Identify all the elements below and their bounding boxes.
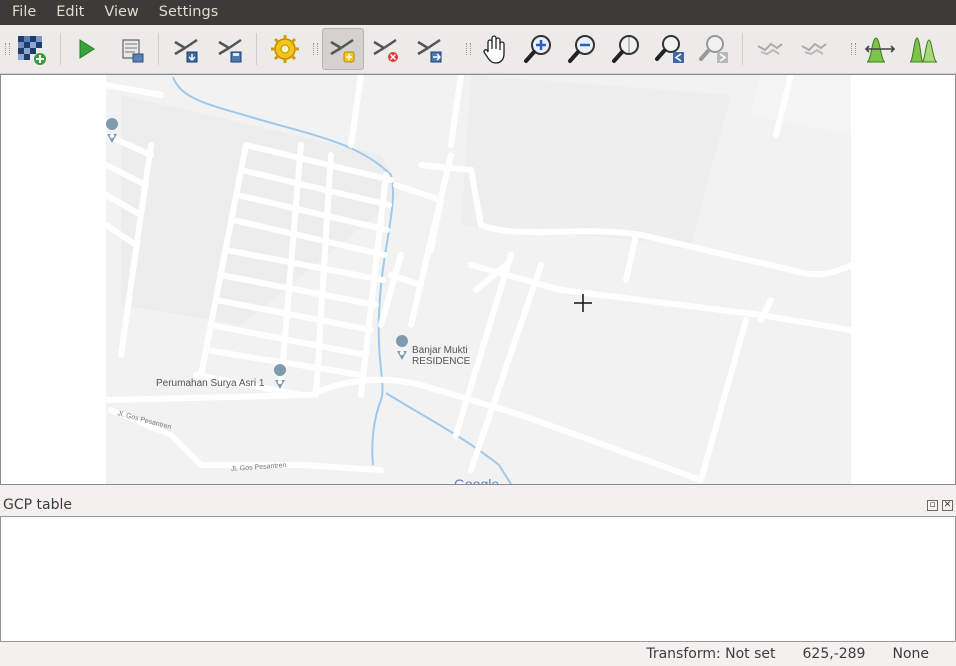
generate-gdal-script-button[interactable] bbox=[112, 29, 152, 69]
crs-status: None bbox=[892, 646, 929, 662]
save-gcp-points-icon bbox=[218, 38, 242, 63]
local-histogram-stretch-icon bbox=[909, 37, 938, 63]
toolbar-grip[interactable] bbox=[466, 43, 471, 55]
transformation-settings-icon bbox=[271, 35, 299, 63]
move-gcp-point-button[interactable] bbox=[410, 29, 450, 69]
add-point-icon bbox=[330, 38, 355, 63]
move-gcp-point-icon bbox=[417, 38, 442, 63]
pan-button[interactable] bbox=[475, 29, 515, 69]
open-raster-icon bbox=[18, 36, 46, 65]
cursor-coordinates: 625,-289 bbox=[802, 646, 866, 662]
zoom-to-layer-button[interactable] bbox=[606, 29, 646, 69]
google-watermark: Google bbox=[454, 476, 499, 484]
menu-file[interactable]: File bbox=[0, 0, 44, 25]
menu-edit[interactable]: Edit bbox=[44, 0, 92, 25]
close-panel-icon[interactable]: ✕ bbox=[942, 499, 953, 511]
zoom-next-icon bbox=[699, 35, 728, 63]
delete-point-button[interactable] bbox=[366, 29, 406, 69]
load-gcp-points-button[interactable] bbox=[166, 29, 206, 69]
zoom-in-button[interactable] bbox=[518, 29, 558, 69]
link-qgis-to-georeferencer-button[interactable] bbox=[794, 29, 834, 69]
map-label-surya: Perumahan Surya Asri 1 bbox=[156, 378, 265, 389]
zoom-out-button[interactable] bbox=[562, 29, 602, 69]
float-panel-icon[interactable]: ▫ bbox=[927, 499, 938, 511]
link-qgis-to-georeferencer-icon bbox=[801, 42, 827, 56]
start-georeferencing-icon bbox=[79, 39, 95, 59]
menu-settings[interactable]: Settings bbox=[147, 0, 226, 25]
save-gcp-points-button[interactable] bbox=[210, 29, 250, 69]
transform-status: Transform: Not set bbox=[646, 646, 776, 662]
raster-map: Banjar Mukti RESIDENCE Perumahan Surya A… bbox=[103, 75, 854, 484]
gcp-panel-title: GCP table bbox=[3, 497, 72, 513]
generate-gdal-script-icon bbox=[122, 39, 144, 63]
full-histogram-stretch-button[interactable] bbox=[860, 29, 900, 69]
menu-bar: File Edit View Settings bbox=[0, 0, 956, 25]
toolbar bbox=[0, 25, 956, 74]
toolbar-grip[interactable] bbox=[313, 43, 318, 55]
open-raster-button[interactable] bbox=[12, 29, 52, 69]
map-label-residence: RESIDENCE bbox=[412, 356, 471, 367]
toolbar-grip[interactable] bbox=[5, 43, 10, 55]
menu-view[interactable]: View bbox=[92, 0, 146, 25]
zoom-in-icon bbox=[524, 35, 551, 63]
status-bar: Transform: Not set 625,-289 None bbox=[0, 642, 956, 666]
start-georeferencing-button[interactable] bbox=[66, 29, 106, 69]
link-georeferencer-to-qgis-icon bbox=[757, 42, 783, 56]
map-canvas[interactable]: Banjar Mukti RESIDENCE Perumahan Surya A… bbox=[0, 74, 956, 485]
load-gcp-points-icon bbox=[174, 38, 198, 63]
add-point-button[interactable] bbox=[322, 28, 364, 70]
gcp-panel-header: GCP table ▫ ✕ bbox=[0, 494, 956, 516]
toolbar-grip[interactable] bbox=[851, 43, 856, 55]
zoom-last-button[interactable] bbox=[650, 29, 690, 69]
local-histogram-stretch-button[interactable] bbox=[904, 29, 944, 69]
pan-icon bbox=[483, 35, 505, 64]
zoom-out-icon bbox=[568, 35, 595, 63]
gcp-table[interactable] bbox=[0, 516, 956, 642]
map-label-banjar: Banjar Mukti bbox=[412, 345, 468, 356]
zoom-next-button[interactable] bbox=[694, 29, 734, 69]
full-histogram-stretch-icon bbox=[864, 37, 896, 63]
delete-point-icon bbox=[373, 38, 398, 62]
transformation-settings-button[interactable] bbox=[265, 29, 305, 69]
zoom-to-layer-icon bbox=[612, 35, 639, 63]
link-georeferencer-to-qgis-button[interactable] bbox=[750, 29, 790, 69]
zoom-last-icon bbox=[655, 35, 684, 63]
